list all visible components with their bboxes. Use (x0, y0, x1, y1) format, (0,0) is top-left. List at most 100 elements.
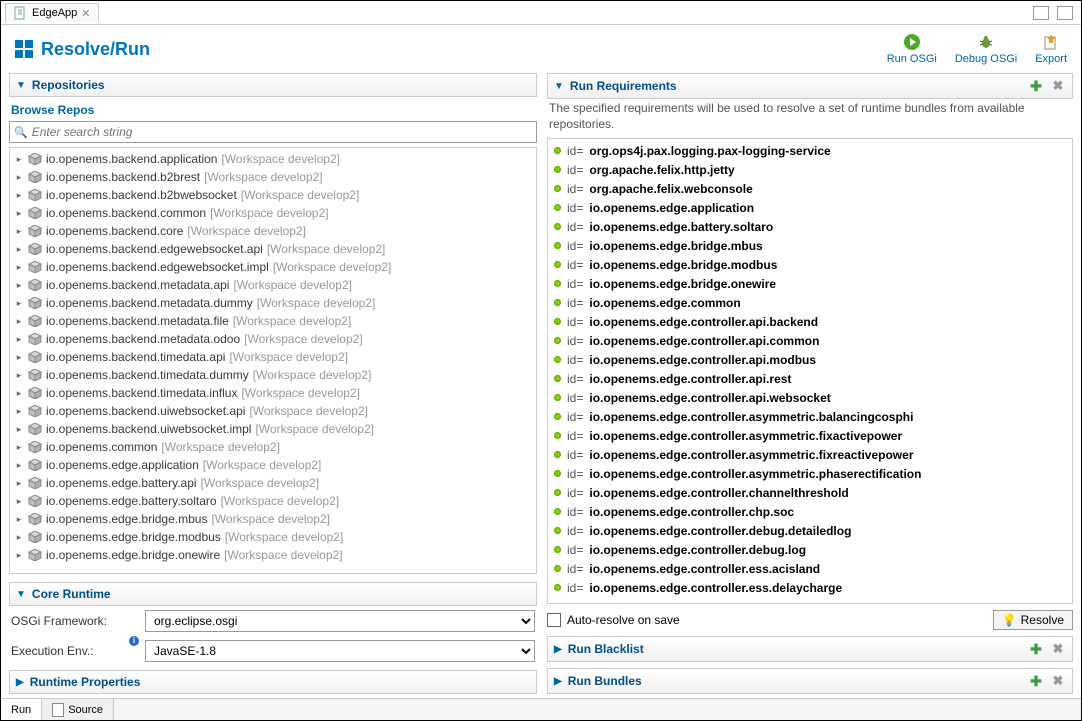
section-run-bundles[interactable]: ▶ Run Bundles (547, 668, 1073, 694)
requirement-item[interactable]: id=io.openems.edge.battery.soltaro (548, 217, 1072, 236)
repo-tree-item[interactable]: ▸io.openems.edge.battery.api [Workspace … (10, 474, 536, 492)
requirement-item[interactable]: id=io.openems.edge.controller.asymmetric… (548, 426, 1072, 445)
requirement-item[interactable]: id=io.openems.edge.controller.api.rest (548, 369, 1072, 388)
requirement-item[interactable]: id=io.openems.edge.bridge.mbus (548, 236, 1072, 255)
requirement-item[interactable]: id=org.ops4j.pax.logging.pax-logging-ser… (548, 141, 1072, 160)
requirement-item[interactable]: id=io.openems.edge.controller.asymmetric… (548, 445, 1072, 464)
chevron-right-icon[interactable]: ▸ (14, 244, 24, 255)
repo-tree-item[interactable]: ▸io.openems.backend.b2bwebsocket [Worksp… (10, 186, 536, 204)
remove-bundle-button[interactable] (1050, 673, 1066, 689)
repo-tree[interactable]: ▸io.openems.backend.application [Workspa… (9, 147, 537, 574)
execution-env-select[interactable]: JavaSE-1.8 (145, 640, 535, 662)
chevron-right-icon[interactable]: ▸ (14, 280, 24, 291)
chevron-right-icon[interactable]: ▸ (14, 370, 24, 381)
repo-tree-item[interactable]: ▸io.openems.backend.uiwebsocket.api [Wor… (10, 402, 536, 420)
repo-tree-item[interactable]: ▸io.openems.backend.common [Workspace de… (10, 204, 536, 222)
repo-tree-item[interactable]: ▸io.openems.edge.application [Workspace … (10, 456, 536, 474)
requirement-item[interactable]: id=io.openems.edge.controller.asymmetric… (548, 464, 1072, 483)
add-bundle-button[interactable] (1028, 673, 1044, 689)
tab-run[interactable]: Run (1, 699, 42, 720)
repo-tree-item[interactable]: ▸io.openems.edge.battery.soltaro [Worksp… (10, 492, 536, 510)
requirements-list[interactable]: id=org.ops4j.pax.logging.pax-logging-ser… (547, 138, 1073, 604)
section-run-requirements[interactable]: ▼ Run Requirements (547, 73, 1073, 99)
repo-tree-item[interactable]: ▸io.openems.backend.metadata.dummy [Work… (10, 294, 536, 312)
chevron-right-icon[interactable]: ▸ (14, 532, 24, 543)
requirement-item[interactable]: id=io.openems.edge.application (548, 198, 1072, 217)
chevron-right-icon[interactable]: ▸ (14, 352, 24, 363)
repo-tree-item[interactable]: ▸io.openems.backend.edgewebsocket.impl [… (10, 258, 536, 276)
requirement-item[interactable]: id=io.openems.edge.controller.ess.acisla… (548, 559, 1072, 578)
requirement-item[interactable]: id=io.openems.edge.controller.api.common (548, 331, 1072, 350)
chevron-right-icon[interactable]: ▸ (14, 334, 24, 345)
osgi-framework-select[interactable]: org.eclipse.osgi (145, 610, 535, 632)
minimize-icon[interactable] (1033, 6, 1049, 20)
requirement-item[interactable]: id=org.apache.felix.http.jetty (548, 160, 1072, 179)
requirement-item[interactable]: id=io.openems.edge.controller.api.modbus (548, 350, 1072, 369)
export-button[interactable]: Export (1035, 33, 1067, 65)
chevron-right-icon[interactable]: ▸ (14, 406, 24, 417)
requirement-item[interactable]: id=io.openems.edge.controller.channelthr… (548, 483, 1072, 502)
repo-tree-item[interactable]: ▸io.openems.edge.bridge.onewire [Workspa… (10, 546, 536, 564)
repo-tree-item[interactable]: ▸io.openems.backend.metadata.api [Worksp… (10, 276, 536, 294)
tab-source[interactable]: Source (42, 699, 114, 720)
chevron-right-icon[interactable]: ▸ (14, 550, 24, 561)
repo-search-input[interactable]: 🔍 (9, 121, 537, 143)
requirement-item[interactable]: id=io.openems.edge.bridge.modbus (548, 255, 1072, 274)
requirement-item[interactable]: id=org.apache.felix.webconsole (548, 179, 1072, 198)
repo-tree-item[interactable]: ▸io.openems.backend.timedata.dummy [Work… (10, 366, 536, 384)
editor-tab-edgeapp[interactable]: EdgeApp ✕ (5, 3, 99, 22)
chevron-right-icon[interactable]: ▸ (14, 208, 24, 219)
requirement-item[interactable]: id=io.openems.edge.controller.asymmetric… (548, 407, 1072, 426)
requirement-item[interactable]: id=io.openems.edge.controller.debug.deta… (548, 521, 1072, 540)
chevron-right-icon[interactable]: ▸ (14, 172, 24, 183)
requirement-item[interactable]: id=io.openems.edge.controller.api.websoc… (548, 388, 1072, 407)
repo-tree-item[interactable]: ▸io.openems.backend.b2brest [Workspace d… (10, 168, 536, 186)
requirement-item[interactable]: id=io.openems.edge.controller.ess.delayc… (548, 578, 1072, 597)
chevron-right-icon[interactable]: ▸ (14, 190, 24, 201)
chevron-right-icon[interactable]: ▸ (14, 424, 24, 435)
chevron-right-icon[interactable]: ▸ (14, 442, 24, 453)
chevron-right-icon[interactable]: ▸ (14, 388, 24, 399)
repo-tree-item[interactable]: ▸io.openems.backend.application [Workspa… (10, 150, 536, 168)
add-requirement-button[interactable] (1028, 78, 1044, 94)
remove-blacklist-button[interactable] (1050, 641, 1066, 657)
section-run-blacklist[interactable]: ▶ Run Blacklist (547, 636, 1073, 662)
section-core-runtime[interactable]: ▼ Core Runtime (9, 582, 537, 606)
chevron-right-icon[interactable]: ▸ (14, 496, 24, 507)
repo-tree-item[interactable]: ▸io.openems.backend.metadata.odoo [Works… (10, 330, 536, 348)
repo-tree-item[interactable]: ▸io.openems.backend.timedata.api [Worksp… (10, 348, 536, 366)
repo-tree-item[interactable]: ▸io.openems.backend.edgewebsocket.api [W… (10, 240, 536, 258)
auto-resolve-checkbox[interactable] (547, 613, 561, 627)
section-repositories[interactable]: ▼ Repositories (9, 73, 537, 97)
repo-tree-item[interactable]: ▸io.openems.common [Workspace develop2] (10, 438, 536, 456)
chevron-right-icon[interactable]: ▸ (14, 154, 24, 165)
chevron-right-icon[interactable]: ▸ (14, 316, 24, 327)
resolve-button[interactable]: Resolve (993, 610, 1073, 630)
chevron-right-icon[interactable]: ▸ (14, 262, 24, 273)
debug-osgi-button[interactable]: Debug OSGi (955, 33, 1017, 65)
repo-tree-item[interactable]: ▸io.openems.backend.metadata.file [Works… (10, 312, 536, 330)
repo-tree-item[interactable]: ▸io.openems.backend.core [Workspace deve… (10, 222, 536, 240)
requirement-item[interactable]: id=io.openems.edge.controller.chp.soc (548, 502, 1072, 521)
chevron-right-icon[interactable]: ▸ (14, 478, 24, 489)
repo-item-name: io.openems.backend.metadata.file (46, 314, 229, 328)
repo-tree-item[interactable]: ▸io.openems.edge.bridge.mbus [Workspace … (10, 510, 536, 528)
requirement-item[interactable]: id=io.openems.edge.common (548, 293, 1072, 312)
chevron-right-icon[interactable]: ▸ (14, 514, 24, 525)
chevron-right-icon[interactable]: ▸ (14, 298, 24, 309)
chevron-right-icon[interactable]: ▸ (14, 226, 24, 237)
run-osgi-button[interactable]: Run OSGi (887, 33, 937, 65)
add-blacklist-button[interactable] (1028, 641, 1044, 657)
repo-tree-item[interactable]: ▸io.openems.edge.bridge.modbus [Workspac… (10, 528, 536, 546)
maximize-icon[interactable] (1057, 6, 1073, 20)
requirement-item[interactable]: id=io.openems.edge.bridge.onewire (548, 274, 1072, 293)
repo-tree-item[interactable]: ▸io.openems.backend.uiwebsocket.impl [Wo… (10, 420, 536, 438)
close-icon[interactable]: ✕ (81, 7, 90, 20)
chevron-right-icon[interactable]: ▸ (14, 460, 24, 471)
repo-tree-item[interactable]: ▸io.openems.backend.timedata.influx [Wor… (10, 384, 536, 402)
requirement-id: io.openems.edge.controller.ess.delaychar… (589, 581, 842, 595)
requirement-item[interactable]: id=io.openems.edge.controller.api.backen… (548, 312, 1072, 331)
section-runtime-properties[interactable]: ▶ Runtime Properties (9, 670, 537, 694)
requirement-item[interactable]: id=io.openems.edge.controller.debug.log (548, 540, 1072, 559)
remove-requirement-button[interactable] (1050, 78, 1066, 94)
